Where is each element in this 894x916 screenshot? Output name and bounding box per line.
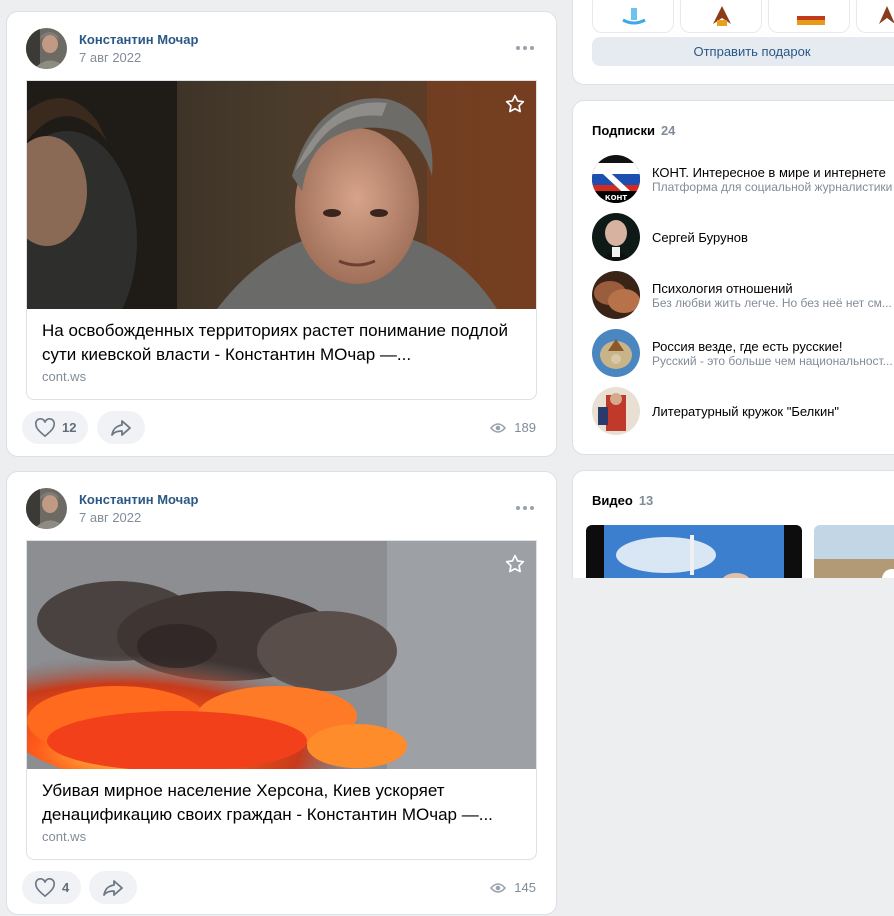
like-button[interactable]: 4 xyxy=(22,871,82,904)
subscription-desc: Платформа для социальной журналистики xyxy=(652,180,893,194)
more-options-icon[interactable] xyxy=(514,498,536,518)
author-name[interactable]: Константин Мочар xyxy=(79,32,198,47)
link-photo[interactable] xyxy=(27,81,536,309)
post-card: Константин Мочар 7 авг 2022 xyxy=(6,11,557,457)
belkin-avatar xyxy=(592,387,640,435)
subscription-name: Россия везде, где есть русские! xyxy=(652,339,843,354)
link-title[interactable]: На освобожденных территориях растет пони… xyxy=(42,319,522,367)
kont-logo-text: КОНТ xyxy=(605,194,628,202)
star-bookmark-icon[interactable] xyxy=(504,93,526,115)
videos-header[interactable]: Видео 13 xyxy=(592,493,653,508)
videos-block: Видео 13 xyxy=(572,470,894,578)
views-count: 189 xyxy=(514,420,536,435)
views-count: 145 xyxy=(514,880,536,895)
burunov-avatar xyxy=(592,213,640,261)
subscriptions-block: Подписки 24 КОНТ КОНТ. Интересное в мире … xyxy=(572,100,894,455)
subscriptions-count: 24 xyxy=(660,123,676,138)
psychology-avatar xyxy=(592,271,640,319)
post-date[interactable]: 7 авг 2022 xyxy=(79,510,141,525)
gift-item[interactable] xyxy=(592,0,674,33)
gifts-block: Отправить подарок xyxy=(572,0,894,85)
like-count: 12 xyxy=(62,420,77,435)
videos-title: Видео xyxy=(592,493,633,508)
subscription-item[interactable]: Литературный кружок "Белкин" xyxy=(592,387,894,437)
link-host: cont.ws xyxy=(42,829,87,844)
subscriptions-header[interactable]: Подписки 24 xyxy=(592,123,675,138)
subscription-name: Сергей Бурунов xyxy=(652,230,748,245)
share-button[interactable] xyxy=(97,411,145,444)
like-button[interactable]: 12 xyxy=(22,411,89,444)
subscription-name: Литературный кружок "Белкин" xyxy=(652,404,840,419)
subscription-name: Психология отношений xyxy=(652,281,793,296)
post-date[interactable]: 7 авг 2022 xyxy=(79,50,141,65)
gift-item[interactable] xyxy=(768,0,850,33)
author-avatar[interactable] xyxy=(26,28,67,69)
gift-item[interactable] xyxy=(680,0,762,33)
russia-avatar xyxy=(592,329,640,377)
link-attachment[interactable]: Убивая мирное население Херсона, Киев ус… xyxy=(26,540,537,860)
subscription-item[interactable]: Россия везде, где есть русские! Русский … xyxy=(592,329,894,379)
link-attachment[interactable]: На освобожденных территориях растет пони… xyxy=(26,80,537,400)
subscription-item[interactable]: Сергей Бурунов xyxy=(592,213,894,263)
eye-icon xyxy=(490,882,507,893)
post-card: Константин Мочар 7 авг 2022 xyxy=(6,471,557,915)
subscription-name: КОНТ. Интересное в мире и интернете xyxy=(652,165,886,180)
star-bookmark-icon[interactable] xyxy=(504,553,526,575)
like-count: 4 xyxy=(62,880,70,895)
share-icon xyxy=(103,879,123,896)
subscription-item[interactable]: Психология отношений Без любви жить легч… xyxy=(592,271,894,321)
more-options-icon[interactable] xyxy=(514,38,536,58)
subscription-desc: Русский - это больше чем национальност..… xyxy=(652,354,893,368)
subscription-desc: Без любви жить легче. Но без неё нет см.… xyxy=(652,296,892,310)
link-host: cont.ws xyxy=(42,369,87,384)
link-photo[interactable] xyxy=(27,541,536,769)
share-icon xyxy=(111,419,131,436)
gift-item[interactable] xyxy=(856,0,894,33)
author-avatar[interactable] xyxy=(26,488,67,529)
eye-icon xyxy=(490,422,507,433)
kont-avatar: КОНТ xyxy=(592,155,640,203)
video-thumbnail[interactable] xyxy=(814,525,894,578)
link-title[interactable]: Убивая мирное население Херсона, Киев ус… xyxy=(42,779,522,827)
heart-icon xyxy=(35,877,55,897)
author-name[interactable]: Константин Мочар xyxy=(79,492,198,507)
send-gift-button[interactable]: Отправить подарок xyxy=(592,37,894,66)
views-counter: 145 xyxy=(490,880,536,895)
share-button[interactable] xyxy=(89,871,137,904)
views-counter: 189 xyxy=(490,420,536,435)
subscription-item[interactable]: КОНТ КОНТ. Интересное в мире и интернете… xyxy=(592,155,894,205)
heart-icon xyxy=(35,417,55,437)
video-thumbnail[interactable] xyxy=(586,525,802,578)
subscriptions-title: Подписки xyxy=(592,123,655,138)
videos-count: 13 xyxy=(638,493,654,508)
